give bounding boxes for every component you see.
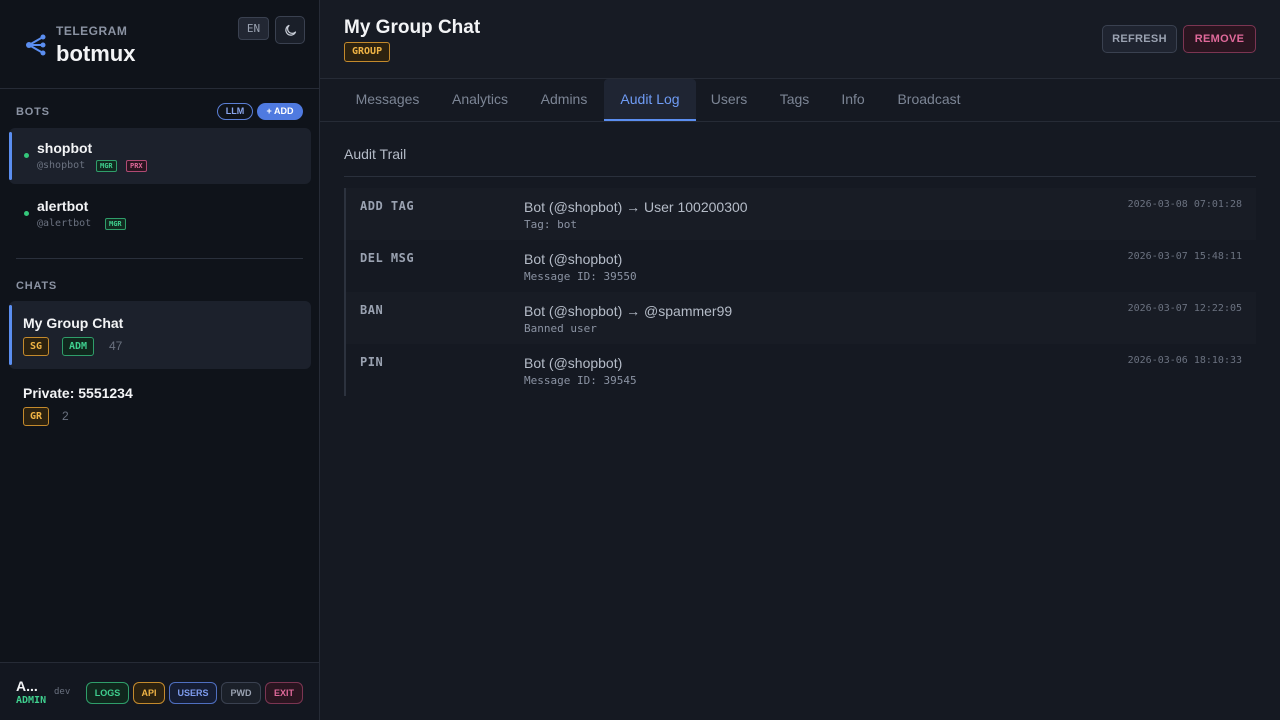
tab-audit-log[interactable]: Audit Log — [604, 79, 696, 121]
brand-header: TELEGRAM botmux EN — [0, 0, 319, 89]
moon-icon — [284, 24, 296, 36]
log-action: ADD TAG — [360, 199, 415, 213]
audit-log-row: BAN Bot (@shopbot) → @spammer99 Banned u… — [346, 292, 1256, 344]
chat-tag: ADM — [62, 337, 95, 356]
bot-name: alertbot — [37, 198, 89, 214]
chat-tag: SG — [23, 337, 50, 356]
brand-subtitle: TELEGRAM — [56, 24, 128, 38]
tab-users[interactable]: Users — [701, 79, 757, 121]
api-button[interactable]: API — [133, 682, 165, 704]
log-timestamp: 2026-03-07 15:48:11 — [1127, 251, 1242, 262]
bots-section-label: BOTS — [16, 106, 50, 118]
add-bot-button[interactable]: + ADD — [257, 103, 303, 120]
audit-log-row: PIN Bot (@shopbot) Message ID: 39545 202… — [346, 344, 1256, 396]
log-summary: Bot (@shopbot) — [524, 355, 623, 371]
audit-log-row: ADD TAG Bot (@shopbot) → User 100200300 … — [346, 188, 1256, 240]
bot-handle: @alertbot — [37, 218, 92, 229]
tab-admins[interactable]: Admins — [529, 79, 599, 121]
log-detail: Message ID: 39550 — [524, 270, 637, 283]
sidebar: TELEGRAM botmux EN BOTS LLM + ADD shopbo… — [0, 0, 320, 720]
sidebar-footer: A... ADMIN dev LOGS API USERS PWD EXIT — [0, 662, 319, 720]
chat-count: 47 — [109, 339, 123, 353]
brand-name: botmux — [56, 41, 136, 66]
chat-item-my-group-chat[interactable]: My Group Chat SG ADM 47 — [9, 301, 311, 369]
audit-trail-title: Audit Trail — [344, 146, 407, 162]
chat-item-private[interactable]: Private: 5551234 GR 2 — [9, 371, 311, 439]
log-action: PIN — [360, 355, 384, 369]
bot-tag: MGR — [105, 218, 126, 230]
refresh-button[interactable]: REFRESH — [1102, 25, 1177, 53]
chat-tag: GR — [23, 407, 50, 426]
chats-section-label: CHATS — [16, 280, 58, 292]
llm-button[interactable]: LLM — [217, 103, 253, 120]
audit-log-list: ADD TAG Bot (@shopbot) → User 100200300 … — [344, 188, 1256, 396]
logs-button[interactable]: LOGS — [86, 682, 129, 704]
main-panel: My Group Chat GROUP REFRESH REMOVE Messa… — [320, 0, 1280, 720]
log-timestamp: 2026-03-08 07:01:28 — [1127, 199, 1242, 210]
bot-item-alertbot[interactable]: alertbot @alertbot MGR — [9, 186, 311, 242]
users-button[interactable]: USERS — [169, 682, 217, 704]
chat-header: My Group Chat GROUP REFRESH REMOVE — [320, 0, 1280, 79]
audit-log-row: DEL MSG Bot (@shopbot) Message ID: 39550… — [346, 240, 1256, 292]
log-summary: Bot (@shopbot) → @spammer99 — [524, 303, 733, 319]
bot-handle: @shopbot — [37, 160, 86, 171]
bot-item-shopbot[interactable]: shopbot @shopbot MGR PRX — [9, 128, 311, 184]
chat-name: Private: 5551234 — [23, 385, 133, 401]
section-divider — [344, 176, 1256, 177]
user-role: ADMIN — [16, 695, 47, 706]
share-network-icon — [26, 34, 46, 56]
tab-bar: Messages Analytics Admins Audit Log User… — [320, 79, 1280, 122]
tab-tags[interactable]: Tags — [772, 79, 817, 121]
log-timestamp: 2026-03-06 18:10:33 — [1127, 355, 1242, 366]
bot-tag: MGR — [96, 160, 117, 172]
log-summary: Bot (@shopbot) — [524, 251, 623, 267]
password-button[interactable]: PWD — [221, 682, 261, 704]
chat-name: My Group Chat — [23, 315, 124, 331]
bot-name: shopbot — [37, 140, 93, 156]
page-title: My Group Chat — [344, 17, 481, 38]
log-detail: Message ID: 39545 — [524, 374, 637, 387]
online-status-dot — [24, 153, 29, 158]
bot-tag: PRX — [126, 160, 147, 172]
section-divider — [16, 258, 303, 259]
log-timestamp: 2026-03-07 12:22:05 — [1127, 303, 1242, 314]
user-name: A... — [16, 678, 38, 694]
exit-button[interactable]: EXIT — [265, 682, 303, 704]
log-detail: Tag: bot — [524, 218, 577, 231]
chat-type-badge: GROUP — [344, 42, 391, 62]
log-action: BAN — [360, 303, 384, 317]
tab-broadcast[interactable]: Broadcast — [889, 79, 969, 121]
tab-messages[interactable]: Messages — [344, 79, 431, 121]
theme-toggle[interactable] — [275, 16, 305, 44]
language-toggle[interactable]: EN — [238, 17, 269, 40]
environment-label: dev — [54, 687, 71, 697]
log-detail: Banned user — [524, 322, 597, 335]
online-status-dot — [24, 211, 29, 216]
log-action: DEL MSG — [360, 251, 415, 265]
chat-count: 2 — [62, 409, 69, 423]
tab-info[interactable]: Info — [834, 79, 872, 121]
remove-button[interactable]: REMOVE — [1183, 25, 1256, 53]
log-summary: Bot (@shopbot) → User 100200300 — [524, 199, 748, 215]
tab-analytics[interactable]: Analytics — [439, 79, 521, 121]
